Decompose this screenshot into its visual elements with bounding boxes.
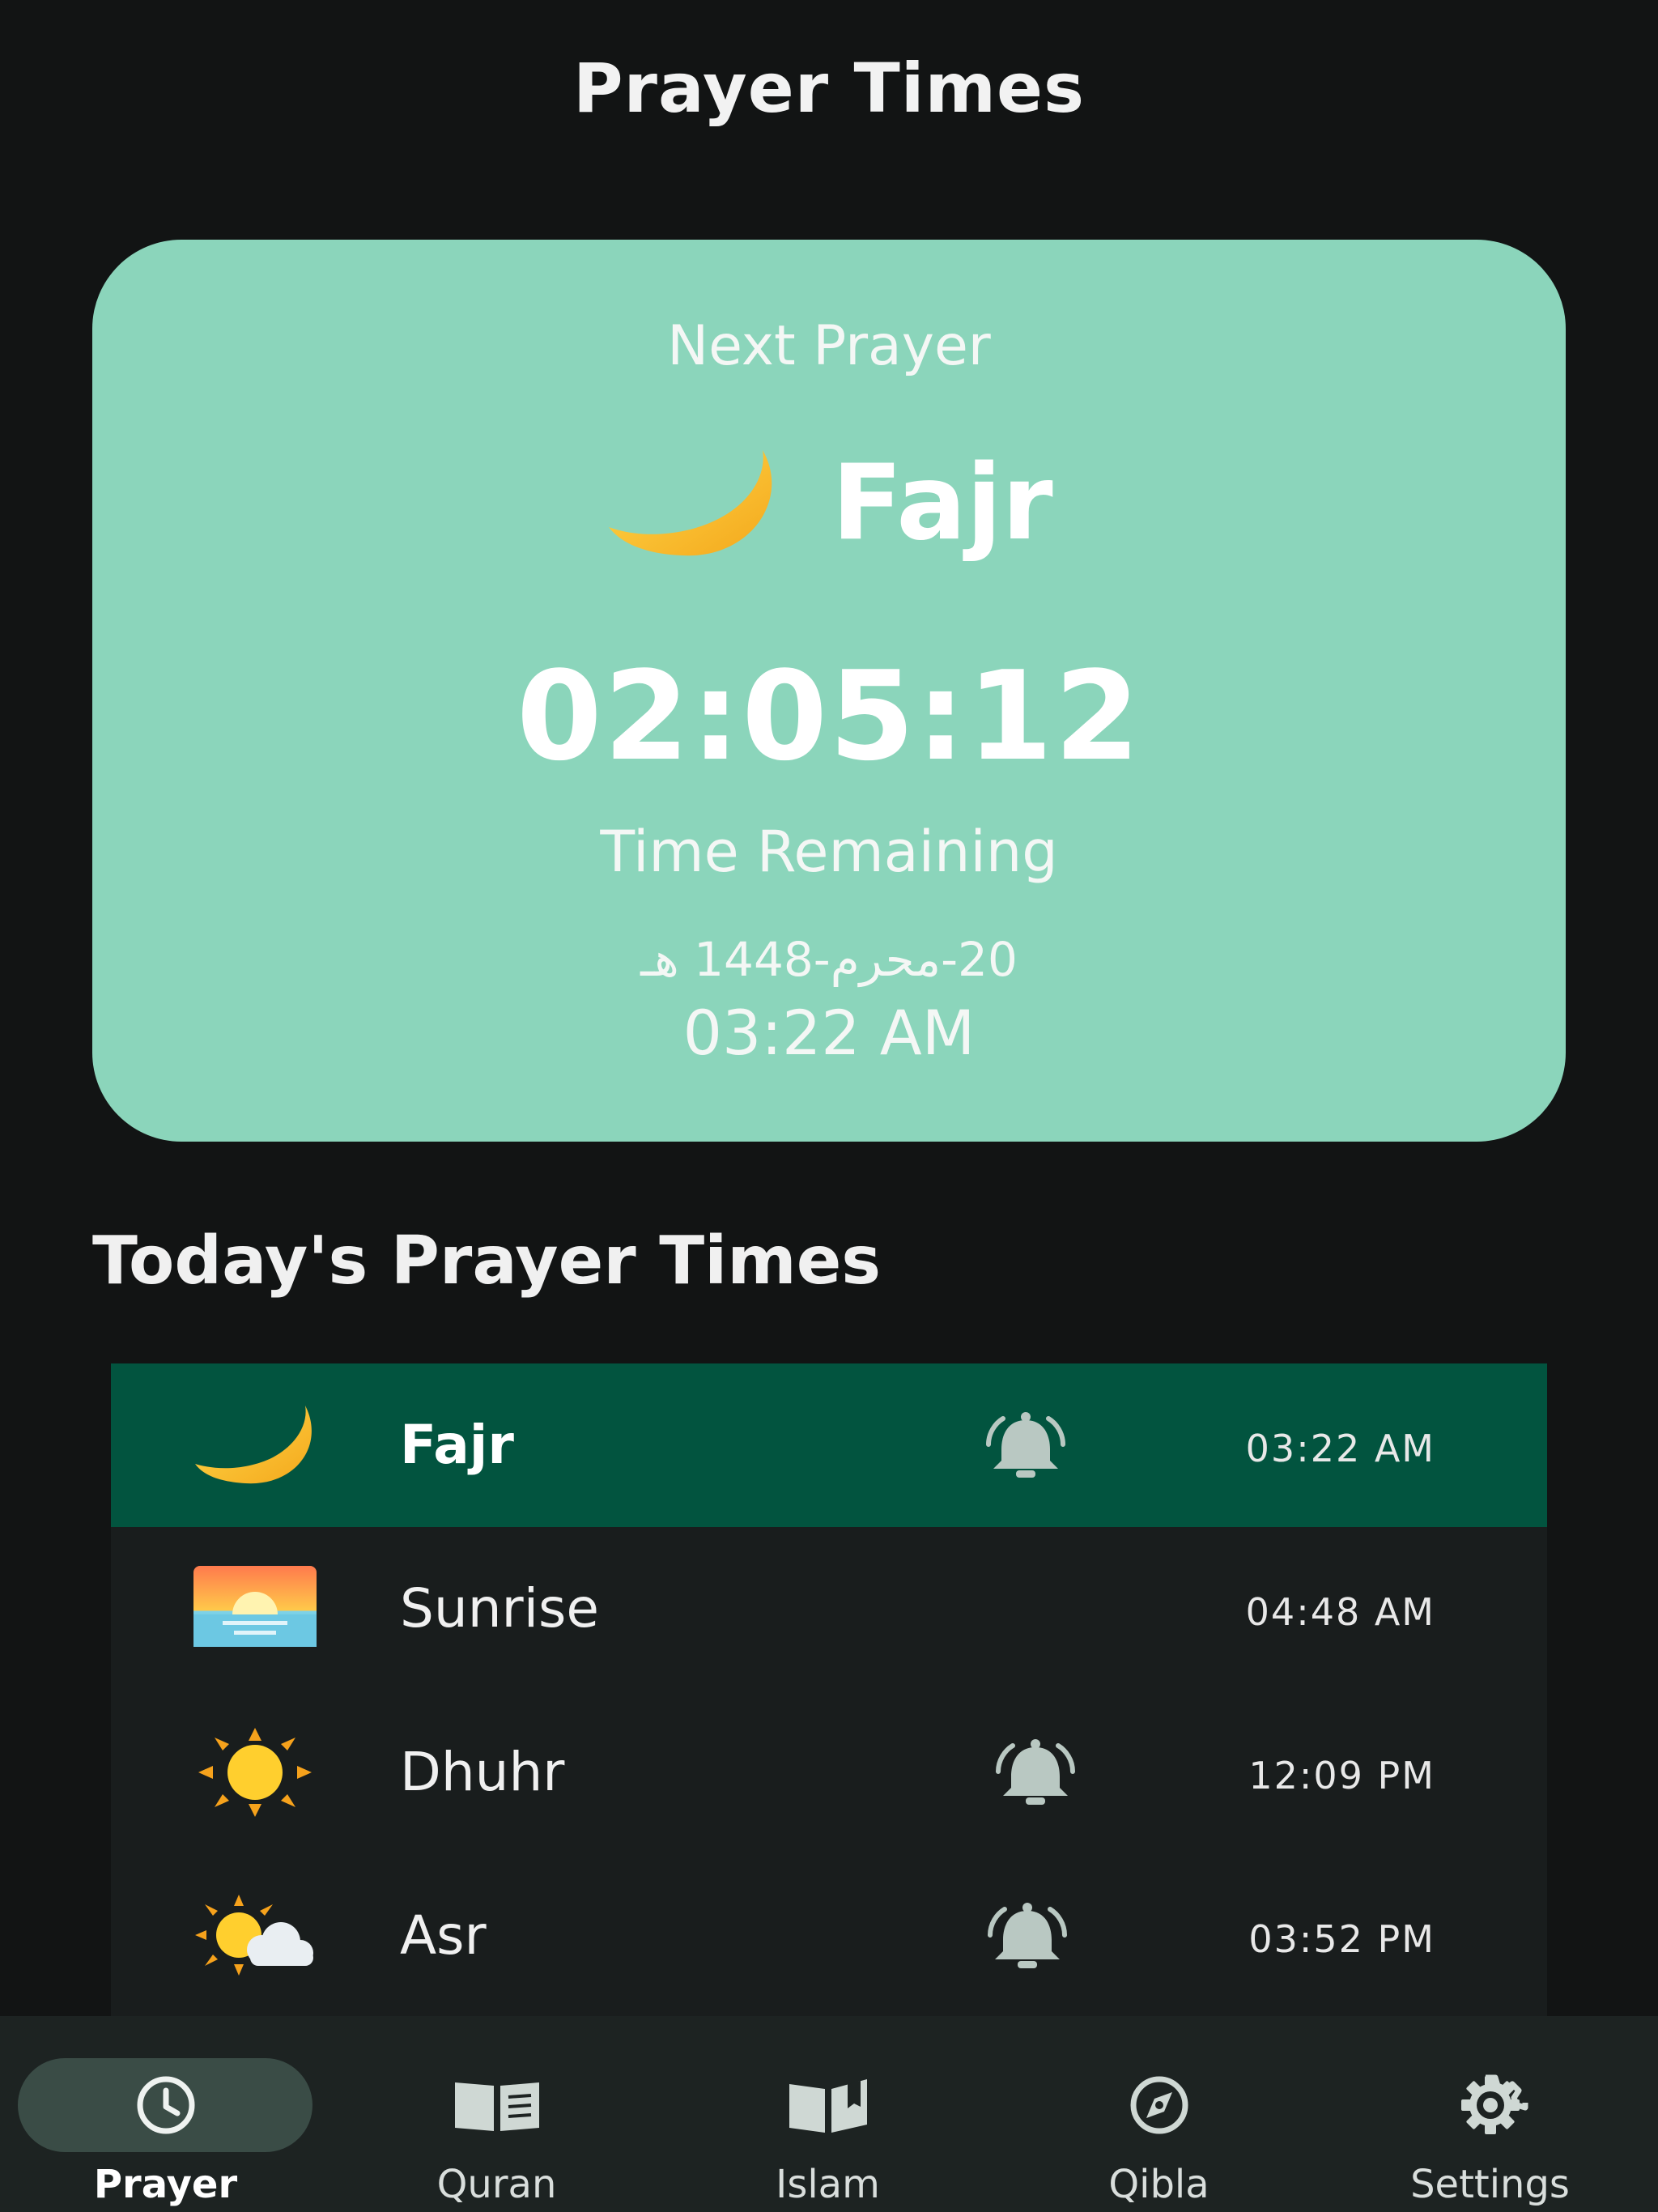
prayer-row-dhuhr[interactable]: Dhuhr 12:09 PM <box>111 1691 1547 1854</box>
prayer-row-fajr[interactable]: Fajr 03:22 AM <box>111 1363 1547 1527</box>
crescent-moon-icon <box>609 450 772 556</box>
nav-item-quran[interactable]: Quran <box>331 2016 662 2212</box>
page-title: Prayer Times <box>572 49 1086 128</box>
next-prayer-card: Next Prayer Fajr 02:05:12 Time Remaining… <box>92 240 1566 1142</box>
book-icon <box>454 2082 539 2131</box>
next-prayer-time: 03:22 AM <box>682 997 976 1069</box>
nav-label: Islam <box>776 2162 880 2207</box>
section-title: Today's Prayer Times <box>92 1223 882 1300</box>
nav-label: Qibla <box>1108 2162 1209 2207</box>
bottom-navigation: Prayer Quran Islam Qibla Settings <box>0 2016 1658 2212</box>
prayer-time: 12:09 PM <box>1248 1754 1435 1797</box>
nav-label: Settings <box>1410 2162 1570 2207</box>
prayer-time: 03:22 AM <box>1245 1427 1435 1470</box>
open-book-icon <box>789 2079 867 2133</box>
prayer-time: 03:52 PM <box>1248 1917 1435 1961</box>
next-prayer-name: Fajr <box>831 442 1053 564</box>
next-prayer-label: Next Prayer <box>667 314 991 378</box>
nav-item-prayer[interactable]: Prayer <box>0 2016 331 2212</box>
prayer-name: Fajr <box>400 1414 514 1476</box>
nav-item-qibla[interactable]: Qibla <box>993 2016 1324 2212</box>
prayer-name: Asr <box>400 1904 487 1967</box>
prayer-times-list: Fajr 03:22 AM Sunrise 04:48 AM Dhuhr 12:… <box>111 1363 1547 2016</box>
sun-behind-cloud-icon <box>195 1895 313 1976</box>
alarm-bell-icon[interactable] <box>979 1901 1076 1974</box>
next-prayer-row: Fajr <box>92 442 1566 564</box>
clock-icon <box>137 2076 194 2134</box>
compass-icon <box>1130 2076 1188 2134</box>
prayer-row-sunrise[interactable]: Sunrise 04:48 AM <box>111 1527 1547 1691</box>
prayer-name: Sunrise <box>400 1577 600 1640</box>
gear-icon <box>1460 2074 1528 2134</box>
nav-label: Quran <box>436 2162 557 2207</box>
alarm-bell-icon[interactable] <box>977 1410 1074 1483</box>
nav-label: Prayer <box>93 2162 238 2207</box>
prayer-row-asr[interactable]: Asr 03:52 PM <box>111 1854 1547 2018</box>
nav-item-islam[interactable]: Islam <box>662 2016 993 2212</box>
sun-icon <box>198 1728 312 1817</box>
alarm-bell-icon[interactable] <box>987 1738 1084 1810</box>
countdown-timer: 02:05:12 <box>516 644 1142 788</box>
time-remaining-label: Time Remaining <box>600 819 1058 885</box>
prayer-name: Dhuhr <box>400 1741 565 1803</box>
prayer-time: 04:48 AM <box>1245 1590 1435 1634</box>
hijri-date: 20-محرم-1448 هـ <box>640 932 1018 987</box>
sunrise-icon <box>193 1566 317 1647</box>
nav-item-settings[interactable]: Settings <box>1324 2016 1656 2212</box>
crescent-moon-icon <box>195 1406 312 1484</box>
